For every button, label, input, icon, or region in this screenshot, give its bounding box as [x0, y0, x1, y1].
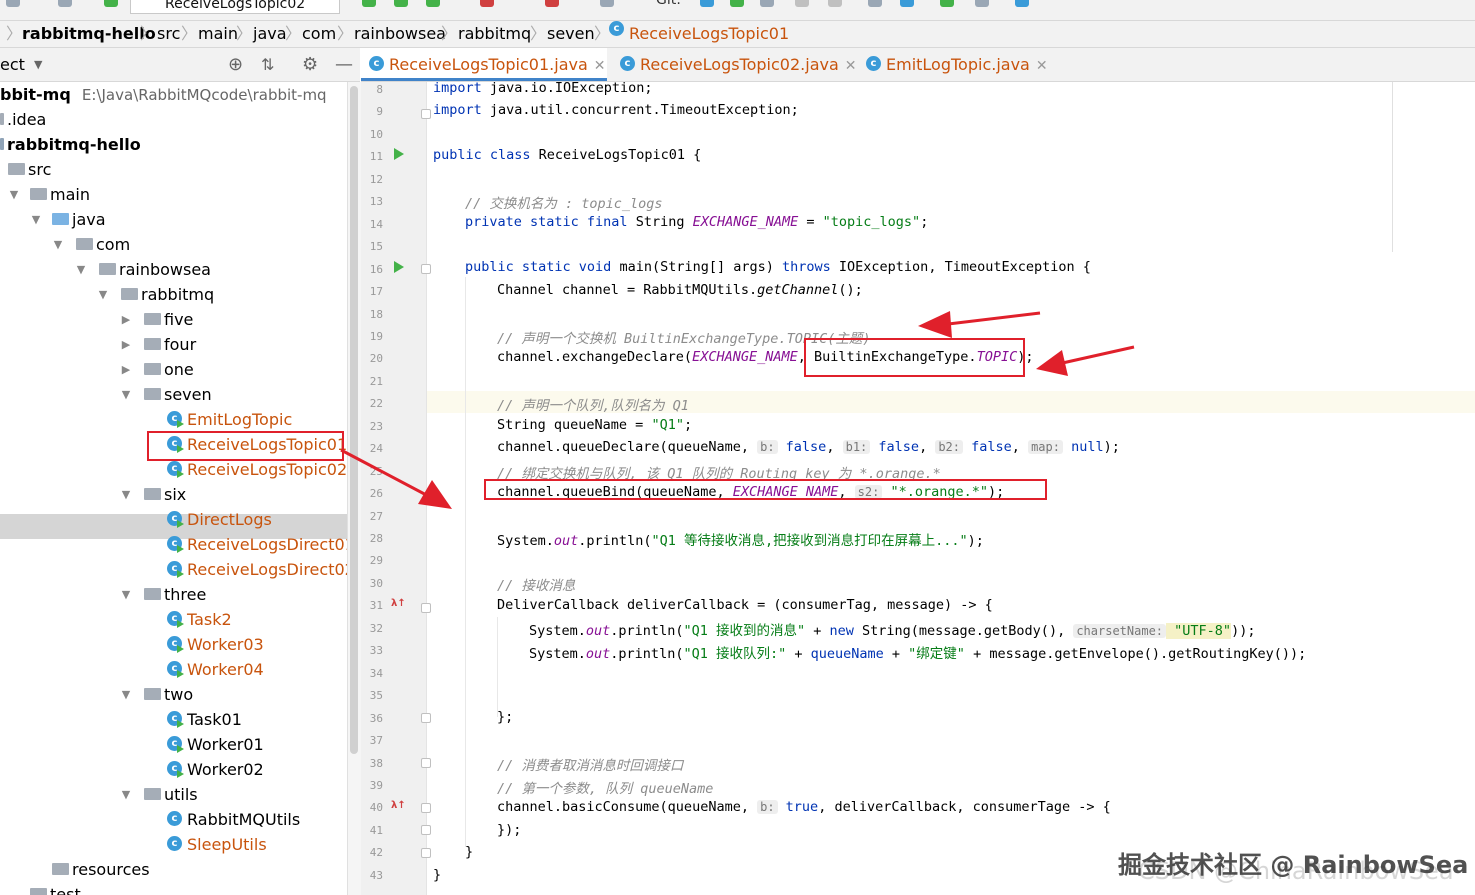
annotation-arrow [939, 311, 1041, 327]
annotation-arrow [340, 448, 433, 500]
annotation-arrow [1057, 345, 1135, 366]
annotation-arrowhead [918, 311, 952, 338]
watermark-juejin: 掘金技术社区 @ RainbowSea [1118, 851, 1469, 879]
annotation-arrowhead [1036, 350, 1068, 376]
annotation-arrows [340, 311, 1135, 509]
